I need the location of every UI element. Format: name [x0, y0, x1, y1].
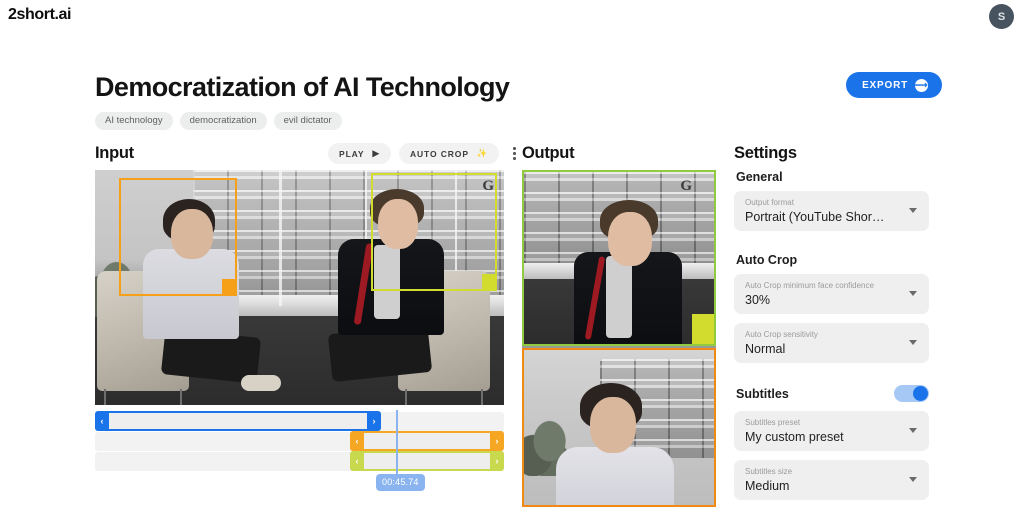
settings-group-auto-crop: Auto Crop	[736, 253, 798, 267]
field-label: Auto Crop minimum face confidence	[745, 281, 874, 290]
chevron-down-icon[interactable]	[909, 477, 917, 482]
field-label: Subtitles size	[745, 467, 793, 476]
settings-group-subtitles: Subtitles	[736, 386, 789, 401]
tag-item[interactable]: AI technology	[95, 112, 173, 130]
chevron-down-icon[interactable]	[909, 428, 917, 433]
timeline-clip-orange[interactable]: ‹ ›	[350, 431, 504, 451]
timeline[interactable]: ‹ › ‹ › ‹ ›	[95, 410, 504, 482]
toggle-knob	[913, 386, 928, 401]
avatar[interactable]: S	[989, 4, 1014, 29]
play-button-label: PLAY	[339, 148, 365, 159]
auto-crop-button[interactable]: AUTO CROP ✨	[398, 143, 500, 164]
field-value: My custom preset	[745, 430, 844, 444]
input-controls: PLAY ▶ AUTO CROP ✨	[328, 143, 521, 164]
play-icon: ▶	[372, 148, 380, 158]
subtitles-header-row: Subtitles	[734, 385, 929, 402]
chevron-down-icon[interactable]	[909, 208, 917, 213]
export-button[interactable]: EXPORT ⟶	[846, 72, 942, 98]
auto-crop-button-label: AUTO CROP	[409, 148, 469, 159]
page-title: Democratization of AI Technology	[95, 72, 510, 102]
chevron-right-icon[interactable]: ›	[367, 411, 381, 431]
field-label: Auto Crop sensitivity	[745, 330, 818, 339]
subtitles-size-field[interactable]: Subtitles size Medium	[734, 460, 929, 500]
face-confidence-field[interactable]: Auto Crop minimum face confidence 30%	[734, 274, 929, 314]
input-panel-title: Input	[95, 144, 134, 162]
output-video-preview[interactable]: G	[522, 170, 716, 507]
field-label: Output format	[745, 198, 794, 207]
output-clip-top[interactable]: G	[522, 170, 716, 346]
settings-panel-title: Settings	[734, 144, 797, 162]
chevron-left-icon[interactable]: ‹	[350, 431, 364, 451]
field-value: Normal	[745, 342, 786, 356]
top-bar: 2short.ai S	[0, 0, 1024, 34]
output-corner-marker-top	[692, 314, 714, 344]
resize-handle-icon[interactable]	[222, 279, 236, 295]
face-tracking-box-right[interactable]	[371, 173, 497, 291]
chevron-right-icon[interactable]: ›	[490, 451, 504, 471]
field-value: 30%	[745, 293, 771, 307]
export-button-label: EXPORT	[862, 79, 908, 91]
arrow-right-circle-icon: ⟶	[914, 78, 929, 92]
output-format-field[interactable]: Output format Portrait (YouTube Shor…	[734, 191, 929, 231]
resize-handle-icon[interactable]	[482, 274, 496, 290]
tag-list: AI technology democratization evil dicta…	[95, 112, 342, 130]
app-root: 2short.ai S Democratization of AI Techno…	[0, 0, 1024, 507]
field-label: Subtitles preset	[745, 418, 801, 427]
auto-crop-sensitivity-field[interactable]: Auto Crop sensitivity Normal	[734, 323, 929, 363]
chevron-left-icon[interactable]: ‹	[95, 411, 109, 431]
magic-wand-icon: ✨	[476, 148, 489, 158]
settings-panel: General Output format Portrait (YouTube …	[734, 170, 931, 507]
chevron-left-icon[interactable]: ‹	[350, 451, 364, 471]
subtitles-preset-field[interactable]: Subtitles preset My custom preset	[734, 411, 929, 451]
kebab-menu-icon[interactable]	[507, 144, 521, 164]
face-tracking-box-left[interactable]	[119, 178, 237, 296]
play-button[interactable]: PLAY ▶	[328, 143, 391, 164]
timeline-playhead[interactable]	[396, 410, 398, 482]
app-logo[interactable]: 2short.ai	[8, 6, 71, 24]
chevron-down-icon[interactable]	[909, 340, 917, 345]
field-value: Portrait (YouTube Shor…	[745, 210, 885, 224]
tag-item[interactable]: evil dictator	[273, 112, 342, 130]
subtitles-toggle[interactable]	[894, 385, 929, 402]
tag-item[interactable]: democratization	[179, 112, 267, 130]
output-frame-bottom	[524, 350, 714, 505]
output-panel-title: Output	[522, 144, 575, 162]
field-value: Medium	[745, 479, 790, 493]
output-clip-bottom[interactable]	[522, 348, 716, 507]
settings-group-general: General	[736, 170, 783, 184]
timeline-clip-green[interactable]: ‹ ›	[350, 451, 504, 471]
timeline-clip-blue[interactable]: ‹ ›	[95, 411, 381, 431]
input-video-preview[interactable]: G	[95, 170, 504, 405]
chevron-right-icon[interactable]: ›	[490, 431, 504, 451]
output-frame-top: G	[524, 172, 714, 344]
current-time-badge: 00:45.74	[376, 474, 425, 491]
chevron-down-icon[interactable]	[909, 291, 917, 296]
